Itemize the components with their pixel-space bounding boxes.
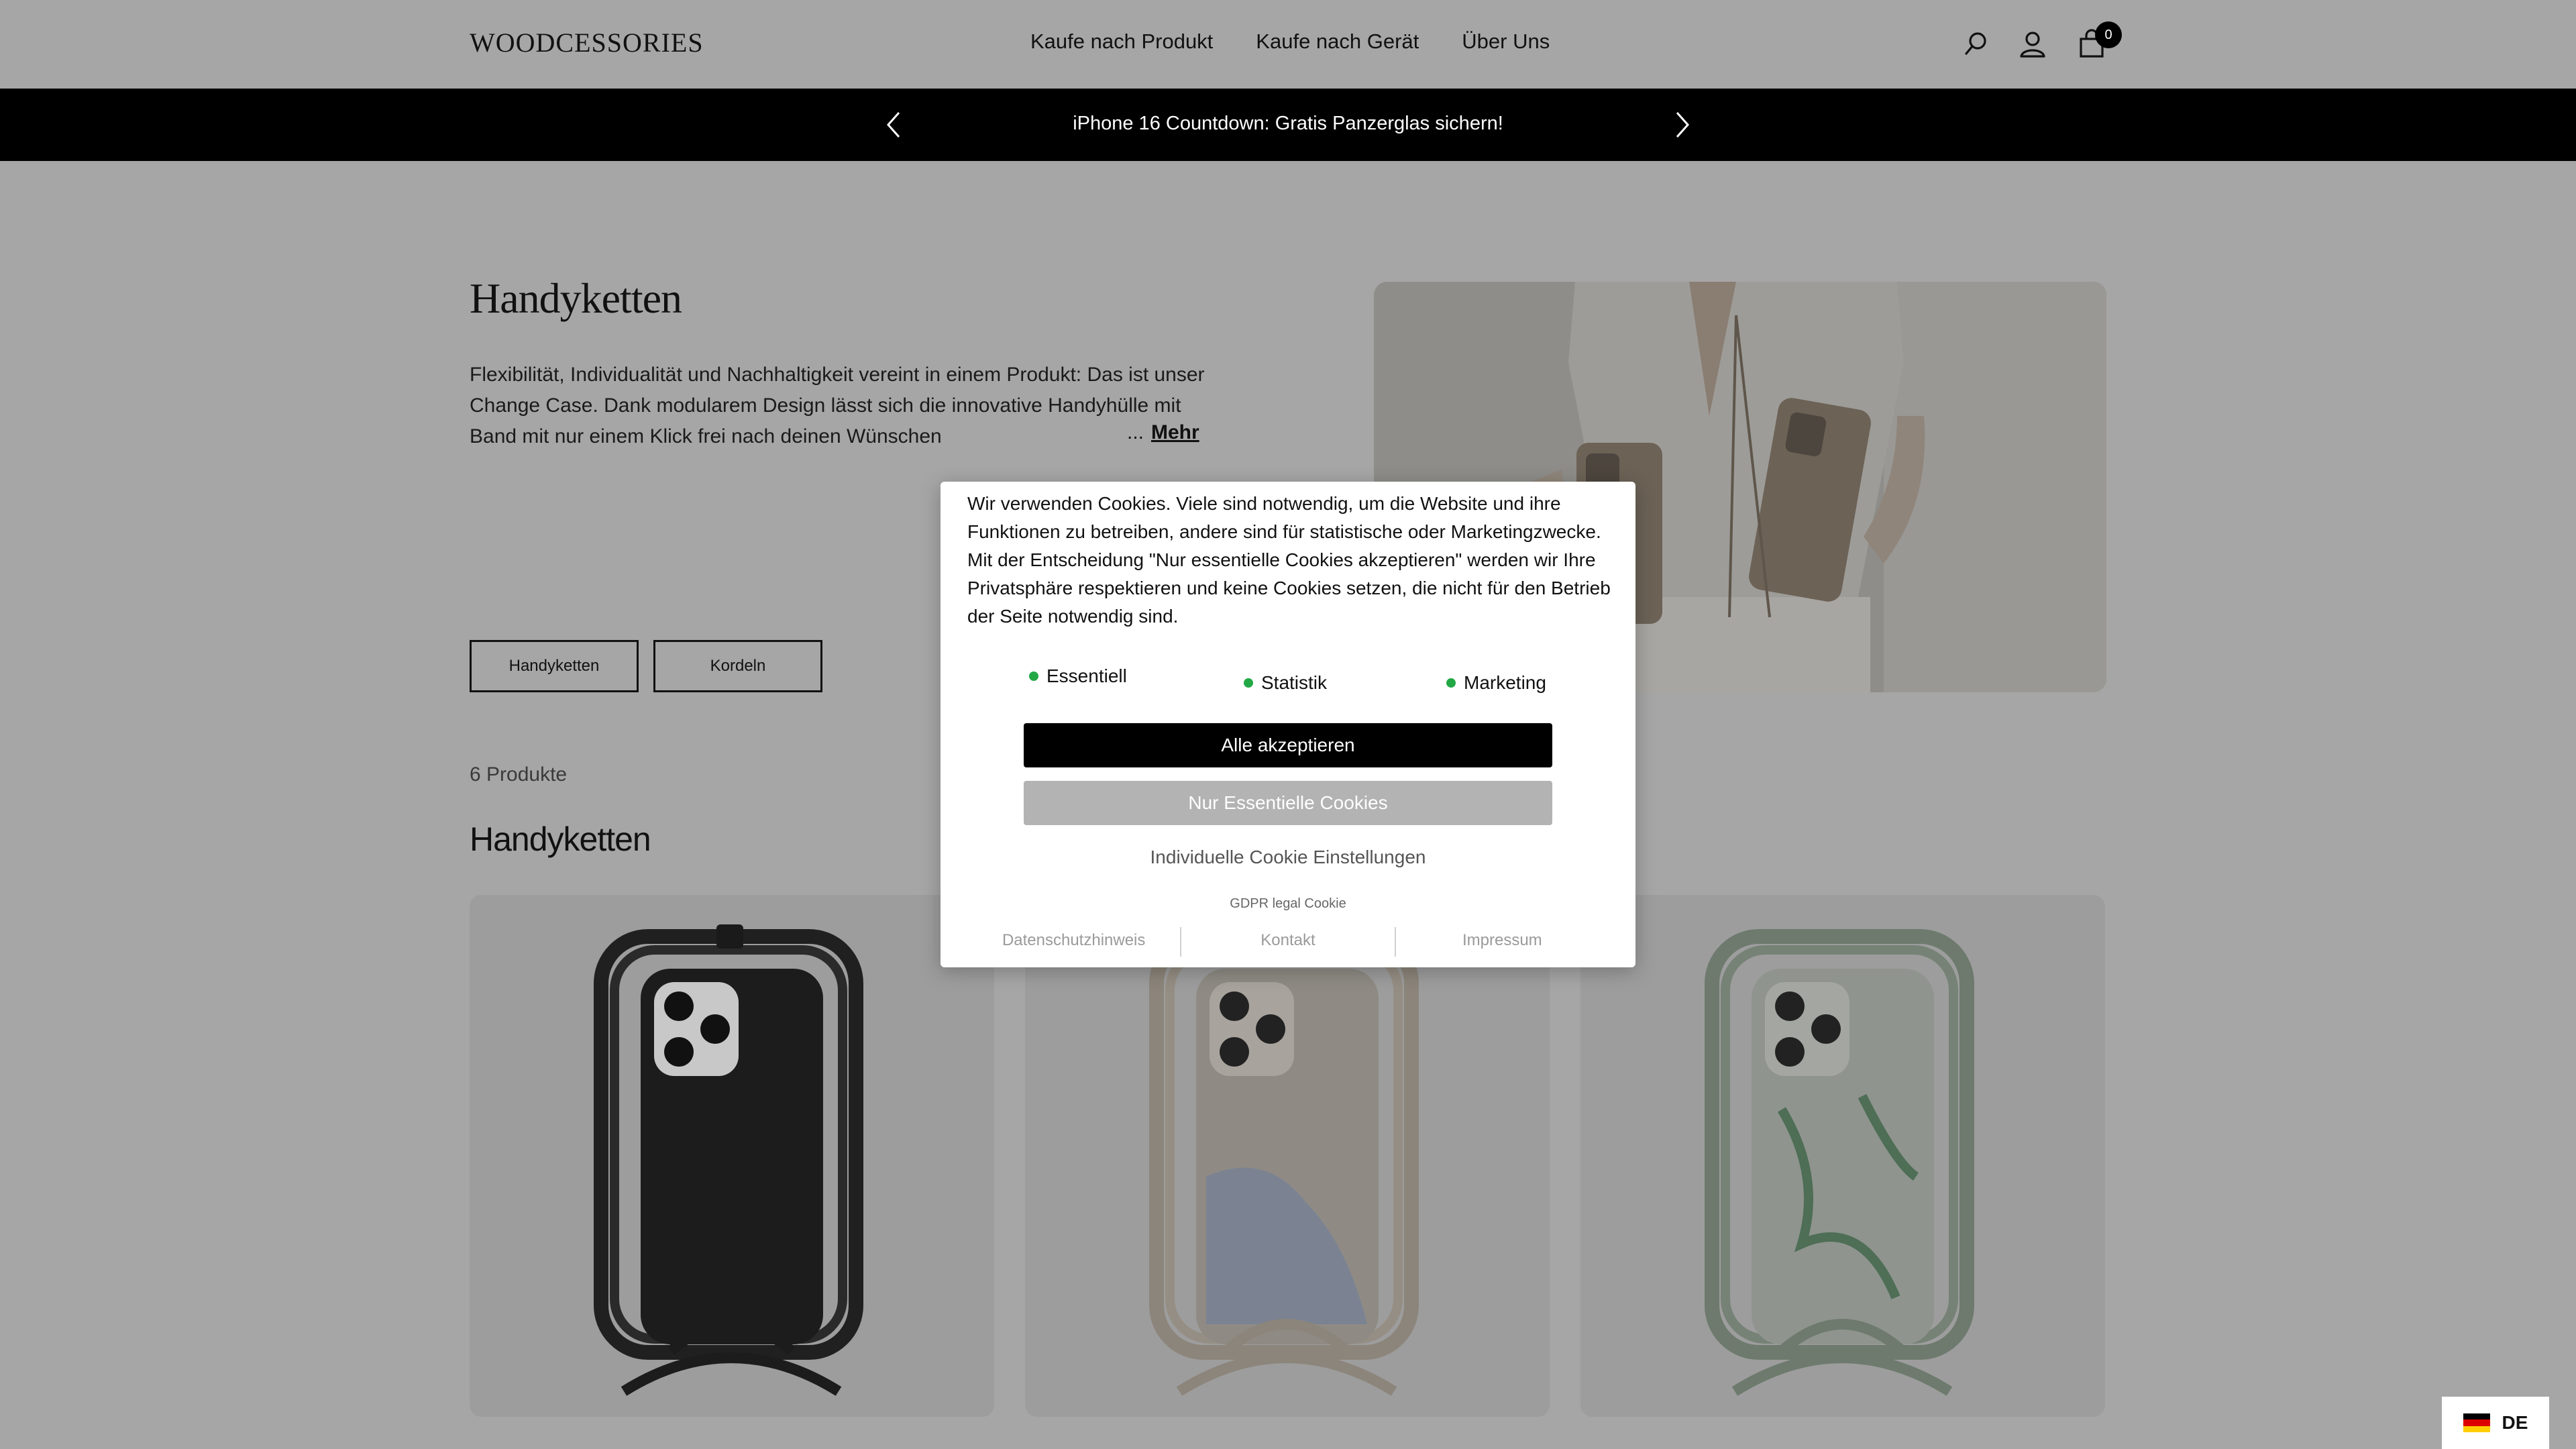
language-switcher[interactable]: DE bbox=[2442, 1397, 2549, 1449]
product-image bbox=[1025, 895, 1550, 1417]
chevron-right-icon[interactable] bbox=[1662, 106, 1700, 144]
cookie-message: Wir verwenden Cookies. Viele sind notwen… bbox=[967, 493, 1611, 627]
category-description: Flexibilität, Individualität und Nachhal… bbox=[470, 364, 1205, 447]
cookie-category-label: Essentiell bbox=[1046, 665, 1127, 686]
logo[interactable]: WOODCESSORIES bbox=[470, 27, 704, 58]
read-more-link[interactable]: Mehr bbox=[1151, 421, 1199, 444]
nav-item-devices[interactable]: Kaufe nach Gerät bbox=[1256, 30, 1419, 54]
cookie-category-essential[interactable]: Essentiell bbox=[1029, 665, 1127, 687]
status-dot-icon bbox=[1244, 678, 1253, 688]
cookie-category-label: Marketing bbox=[1464, 672, 1546, 693]
cookie-consent-dialog: Wir verwenden Cookies. Viele sind notwen… bbox=[941, 482, 1635, 967]
main-nav: Kaufe nach Produkt Kaufe nach Gerät Über… bbox=[1030, 30, 1550, 54]
cart-count-badge: 0 bbox=[2095, 21, 2122, 48]
product-card[interactable] bbox=[1025, 895, 1550, 1417]
page-title: Handyketten bbox=[470, 274, 682, 322]
filter-handyketten-button[interactable]: Handyketten bbox=[470, 640, 639, 692]
site-header: WOODCESSORIES Kaufe nach Produkt Kaufe n… bbox=[0, 0, 2576, 90]
essential-only-button[interactable]: Nur Essentielle Cookies bbox=[1024, 781, 1552, 825]
product-image bbox=[1580, 895, 2105, 1417]
nav-item-products[interactable]: Kaufe nach Produkt bbox=[1030, 30, 1213, 54]
nav-item-about[interactable]: Über Uns bbox=[1462, 30, 1550, 54]
search-icon[interactable] bbox=[1959, 27, 1994, 62]
filter-kordeln-button[interactable]: Kordeln bbox=[653, 640, 822, 692]
imprint-link[interactable]: Impressum bbox=[1396, 931, 1609, 957]
product-card[interactable] bbox=[1580, 895, 2105, 1417]
product-image bbox=[470, 895, 994, 1417]
status-dot-icon bbox=[1446, 678, 1456, 688]
user-icon[interactable] bbox=[2015, 27, 2050, 62]
announcement-text[interactable]: iPhone 16 Countdown: Gratis Panzerglas s… bbox=[0, 113, 2576, 135]
description-ellipsis: ... bbox=[1127, 421, 1144, 443]
product-count: 6 Produkte bbox=[470, 763, 568, 786]
status-dot-icon bbox=[1029, 672, 1038, 681]
accept-all-button[interactable]: Alle akzeptieren bbox=[1024, 723, 1552, 767]
cookie-category-marketing[interactable]: Marketing bbox=[1446, 672, 1546, 694]
section-heading: Handyketten bbox=[470, 820, 651, 858]
german-flag-icon bbox=[2463, 1413, 2490, 1432]
gdpr-label: GDPR legal Cookie bbox=[1230, 896, 1346, 911]
language-code: DE bbox=[2502, 1412, 2528, 1433]
cookie-category-label: Statistik bbox=[1261, 672, 1328, 693]
product-card[interactable] bbox=[470, 895, 994, 1417]
privacy-link[interactable]: Datenschutzhinweis bbox=[967, 931, 1180, 957]
announcement-bar: iPhone 16 Countdown: Gratis Panzerglas s… bbox=[0, 89, 2576, 161]
individual-settings-link[interactable]: Individuelle Cookie Einstellungen bbox=[941, 847, 1635, 868]
cookie-footer-links: Datenschutzhinweis Kontakt Impressum bbox=[967, 927, 1609, 957]
contact-link[interactable]: Kontakt bbox=[1181, 931, 1394, 957]
cookie-category-statistics[interactable]: Statistik bbox=[1244, 672, 1327, 694]
